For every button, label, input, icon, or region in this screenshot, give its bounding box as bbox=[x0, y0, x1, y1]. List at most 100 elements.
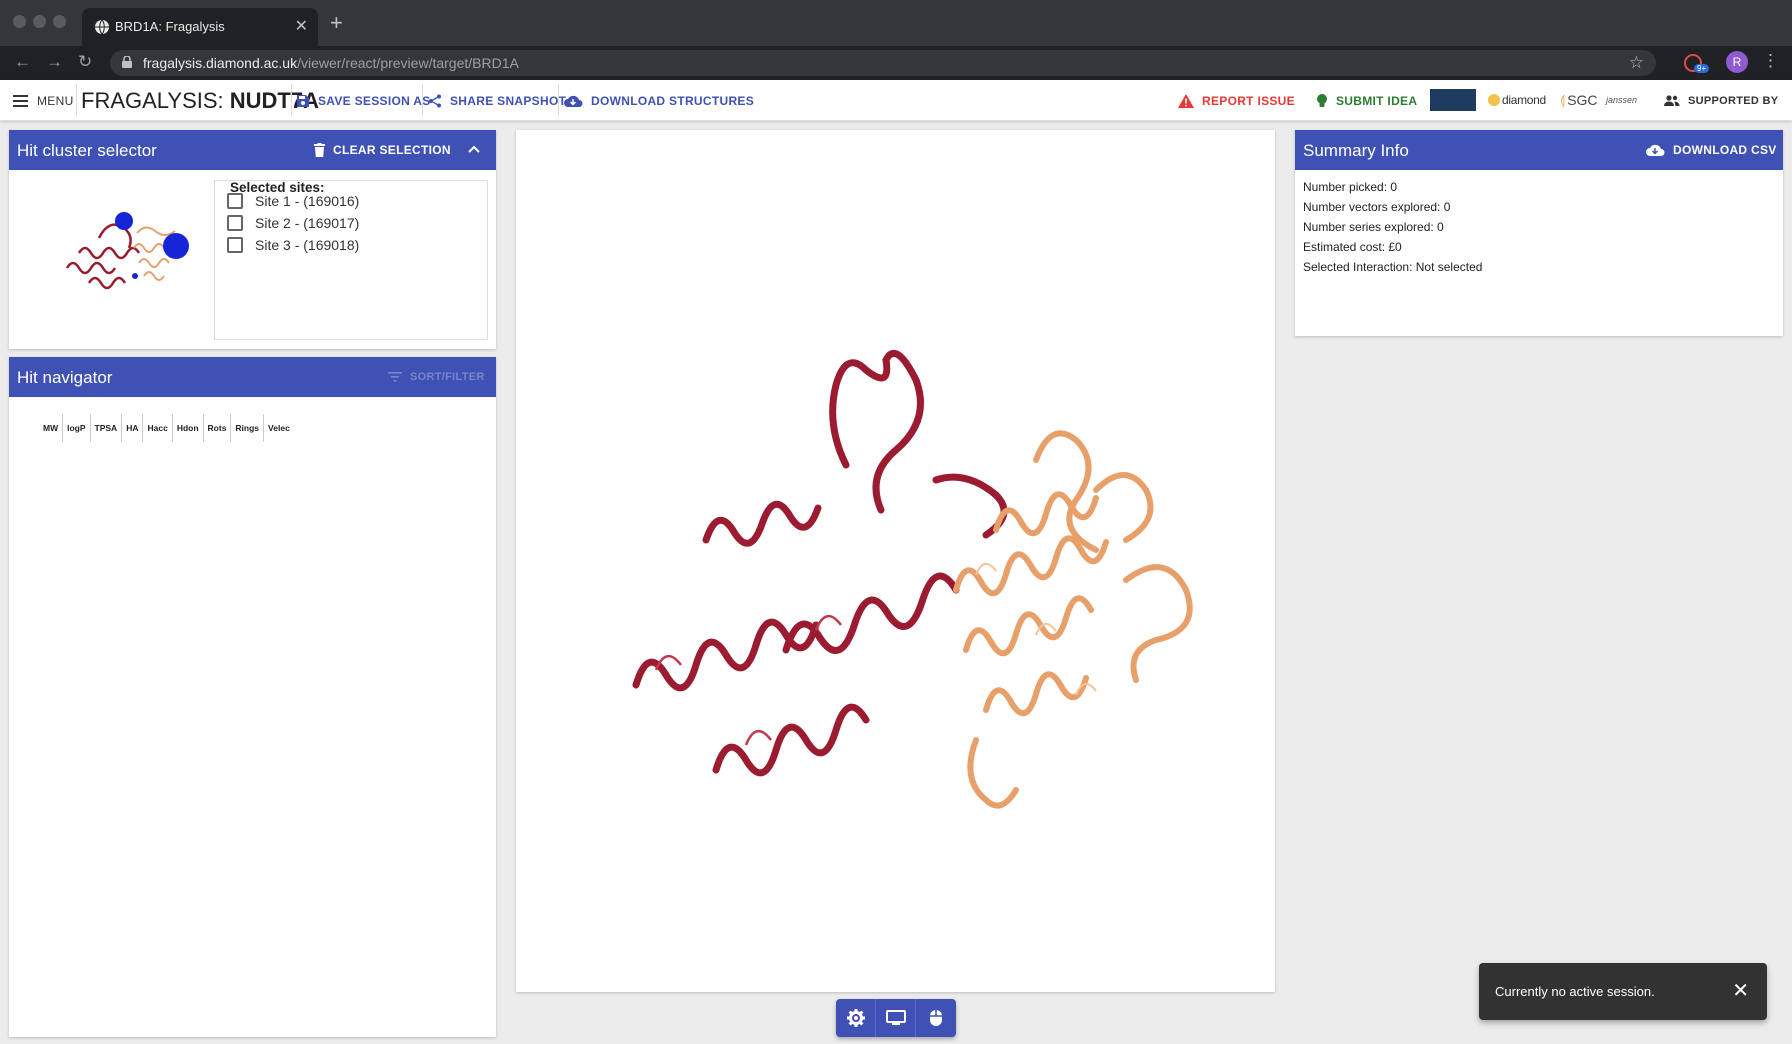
toolbar-divider bbox=[291, 84, 292, 117]
column-header[interactable]: Rings bbox=[231, 414, 265, 442]
summary-vectors: Number vectors explored: 0 bbox=[1303, 200, 1451, 214]
window-close-dot[interactable] bbox=[13, 15, 26, 28]
toolbar-divider bbox=[558, 84, 559, 117]
window-maximize-dot[interactable] bbox=[53, 15, 66, 28]
panel-header: Hit navigator SORT/FILTER bbox=[9, 357, 496, 397]
site-label: Site 2 - (169017) bbox=[255, 215, 360, 231]
column-header[interactable]: MW bbox=[39, 414, 64, 442]
browser-menu-icon[interactable]: ⋮ bbox=[1762, 51, 1779, 71]
trash-icon bbox=[314, 143, 325, 157]
url-input[interactable]: fragalysis.diamond.ac.uk/viewer/react/pr… bbox=[110, 50, 1656, 76]
toolbar-divider bbox=[76, 84, 77, 117]
panel-header: Summary Info DOWNLOAD CSV bbox=[1295, 130, 1783, 170]
forward-arrow-icon[interactable]: → bbox=[46, 52, 63, 72]
url-text: fragalysis.diamond.ac.uk/viewer/react/pr… bbox=[143, 55, 519, 71]
site-label: Site 1 - (169016) bbox=[255, 193, 360, 209]
snackbar-message: Currently no active session. bbox=[1495, 984, 1655, 999]
save-session-button[interactable]: SAVE SESSION AS bbox=[296, 80, 431, 121]
new-tab-button[interactable]: + bbox=[330, 12, 343, 34]
mouse-controls-button[interactable] bbox=[916, 999, 956, 1037]
column-header[interactable]: HA bbox=[122, 414, 144, 442]
floppy-disk-icon bbox=[297, 94, 309, 107]
summary-info-panel: Summary Info DOWNLOAD CSV Number picked:… bbox=[1295, 130, 1783, 336]
lightbulb-icon bbox=[1317, 94, 1327, 107]
panel-header: Hit cluster selector CLEAR SELECTION bbox=[9, 130, 496, 170]
site-checkbox-row[interactable]: Site 1 - (169016) bbox=[227, 193, 359, 209]
download-structures-button[interactable]: DOWNLOAD STRUCTURES bbox=[563, 80, 754, 121]
summary-interaction: Selected Interaction: Not selected bbox=[1303, 260, 1483, 274]
browser-titlebar: BRD1A: Fragalysis ✕ + bbox=[0, 0, 1792, 46]
cloud-download-icon bbox=[1646, 144, 1665, 156]
viewer-controls bbox=[836, 999, 956, 1037]
column-header[interactable]: TPSA bbox=[91, 414, 123, 442]
panel-title: Summary Info bbox=[1303, 141, 1409, 160]
download-csv-button[interactable]: DOWNLOAD CSV bbox=[1645, 130, 1777, 170]
display-button[interactable] bbox=[876, 999, 916, 1037]
column-header[interactable]: Velec bbox=[264, 414, 294, 442]
report-issue-button[interactable]: REPORT ISSUE bbox=[1178, 80, 1295, 121]
summary-cost: Estimated cost: £0 bbox=[1303, 240, 1402, 254]
column-header[interactable]: Rots bbox=[204, 414, 232, 442]
gear-icon bbox=[846, 1009, 865, 1027]
summary-picked: Number picked: 0 bbox=[1303, 180, 1398, 194]
reload-icon[interactable]: ↻ bbox=[78, 52, 92, 72]
diamond-logo[interactable]: diamond bbox=[1486, 89, 1546, 111]
chevron-up-icon[interactable] bbox=[468, 145, 480, 153]
supported-by-button[interactable]: SUPPORTED BY bbox=[1664, 80, 1778, 121]
janssen-logo[interactable]: janssen bbox=[1606, 89, 1637, 111]
site-label: Site 3 - (169018) bbox=[255, 237, 360, 253]
hamburger-icon bbox=[13, 94, 28, 107]
protein-thumbnail[interactable] bbox=[59, 198, 209, 308]
close-icon[interactable]: ✕ bbox=[1732, 978, 1749, 1003]
filter-icon bbox=[388, 372, 402, 382]
share-snapshot-button[interactable]: SHARE SNAPSHOT bbox=[428, 80, 566, 121]
site-checkbox[interactable] bbox=[227, 215, 243, 231]
people-icon bbox=[1664, 94, 1680, 106]
submit-idea-button[interactable]: SUBMIT IDEA bbox=[1316, 80, 1417, 121]
site-checkbox[interactable] bbox=[227, 237, 243, 253]
site-checkbox-row[interactable]: Site 3 - (169018) bbox=[227, 237, 359, 253]
column-header[interactable]: Hdon bbox=[173, 414, 204, 442]
site-checkbox[interactable] bbox=[227, 193, 243, 209]
navigator-column-headers: MW logP TPSA HA Hacc Hdon Rots Rings Vel… bbox=[39, 414, 294, 442]
menu-button[interactable]: MENU bbox=[13, 80, 74, 121]
hit-navigator-panel: Hit navigator SORT/FILTER MW logP TPSA H… bbox=[9, 357, 496, 1037]
bookmark-star-icon[interactable]: ☆ bbox=[1629, 53, 1644, 73]
molecule-viewer[interactable] bbox=[516, 130, 1275, 992]
warning-icon bbox=[1178, 93, 1194, 108]
sgc-logo[interactable]: ⟬ SGC bbox=[1560, 89, 1598, 111]
settings-button[interactable] bbox=[836, 999, 876, 1037]
menu-label: MENU bbox=[37, 93, 74, 108]
extension-badge: 9+ bbox=[1694, 64, 1710, 73]
column-header[interactable]: logP bbox=[63, 414, 91, 442]
share-icon bbox=[429, 94, 441, 107]
lock-icon bbox=[122, 56, 132, 68]
toolbar-divider bbox=[422, 84, 423, 117]
hit-cluster-selector-panel: Hit cluster selector CLEAR SELECTION Sel… bbox=[9, 130, 496, 349]
column-header[interactable]: Hacc bbox=[143, 414, 173, 442]
back-arrow-icon[interactable]: ← bbox=[14, 52, 31, 72]
panel-title: Hit navigator bbox=[17, 368, 113, 387]
window-minimize-dot[interactable] bbox=[33, 15, 46, 28]
summary-series: Number series explored: 0 bbox=[1303, 220, 1444, 234]
app-brand: FRAGALYSIS: NUDT7A bbox=[81, 88, 319, 113]
summary-lines: Number picked: 0 Number vectors explored… bbox=[1303, 180, 1482, 280]
cloud-download-icon bbox=[564, 95, 583, 107]
session-snackbar: Currently no active session. ✕ bbox=[1479, 963, 1767, 1020]
protein-ribbon-render[interactable] bbox=[516, 130, 1275, 992]
site-checkbox-row[interactable]: Site 2 - (169017) bbox=[227, 215, 359, 231]
partner-logo[interactable] bbox=[1430, 89, 1476, 111]
sort-filter-button[interactable]: SORT/FILTER bbox=[388, 357, 485, 397]
clear-selection-button[interactable]: CLEAR SELECTION bbox=[314, 130, 451, 170]
diamond-sun-icon bbox=[1488, 94, 1500, 106]
monitor-icon bbox=[885, 1010, 906, 1025]
profile-avatar[interactable]: R bbox=[1726, 51, 1748, 73]
app-toolbar: MENU FRAGALYSIS: NUDT7A SAVE SESSION AS … bbox=[0, 80, 1792, 121]
tab-title: BRD1A: Fragalysis bbox=[115, 19, 225, 34]
tab-close-icon[interactable]: ✕ bbox=[295, 16, 308, 36]
globe-icon bbox=[95, 19, 109, 35]
browser-address-bar: ← → ↻ fragalysis.diamond.ac.uk/viewer/re… bbox=[0, 46, 1792, 80]
mouse-icon bbox=[930, 1010, 942, 1026]
panel-title: Hit cluster selector bbox=[17, 141, 157, 160]
browser-tab[interactable]: BRD1A: Fragalysis ✕ bbox=[82, 8, 318, 46]
